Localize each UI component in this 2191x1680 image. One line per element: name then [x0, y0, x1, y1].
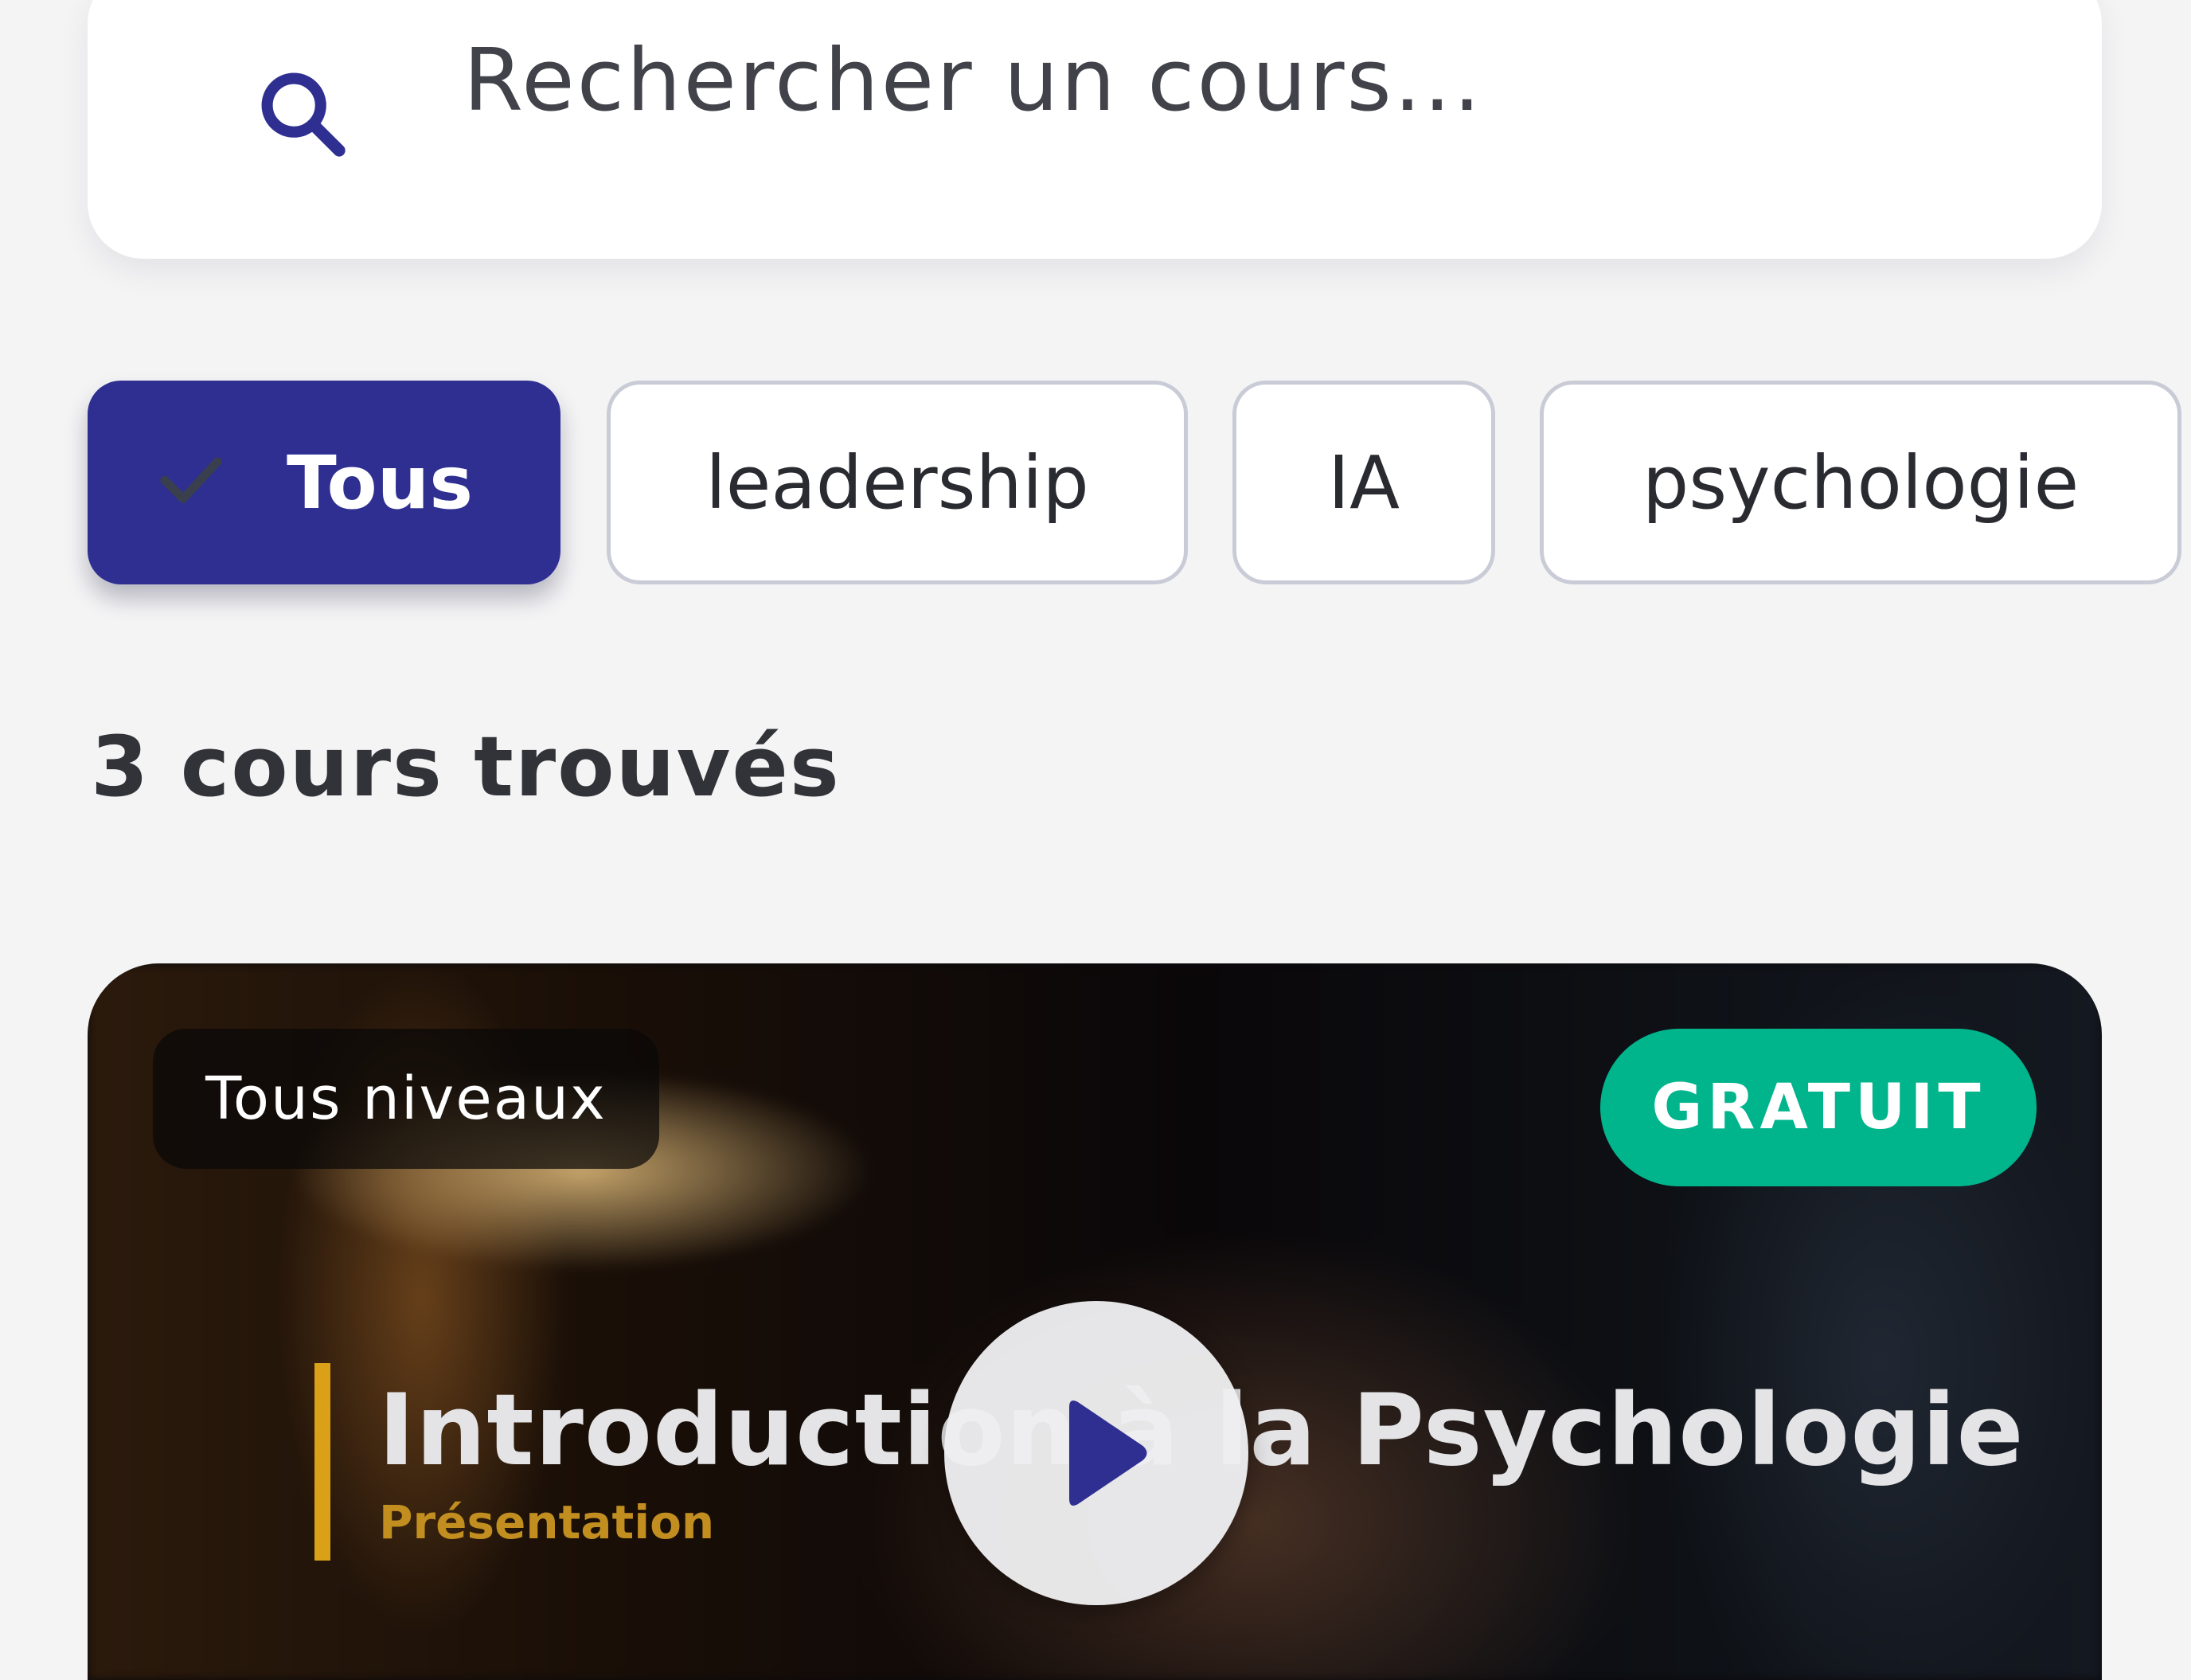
- filter-chip-psychologie[interactable]: psychologie: [1540, 381, 2181, 584]
- search-input[interactable]: [462, 16, 1978, 145]
- level-badge: Tous niveaux: [153, 1029, 659, 1169]
- filter-chip-label: IA: [1327, 440, 1400, 525]
- course-card[interactable]: Tous niveaux GRATUIT Introduction à la P…: [88, 963, 2102, 1680]
- thumbnail-subtitle: Présentation: [379, 1495, 715, 1549]
- title-accent-bar: [314, 1363, 330, 1561]
- play-icon: [1069, 1401, 1147, 1506]
- results-count: 3 cours trouvés: [91, 718, 841, 815]
- filter-chip-label: leadership: [705, 440, 1089, 525]
- filter-chip-tous[interactable]: Tous: [88, 381, 560, 584]
- price-badge: GRATUIT: [1600, 1029, 2037, 1186]
- filter-chip-label: psychologie: [1642, 440, 2080, 525]
- filter-chip-ia[interactable]: IA: [1232, 381, 1495, 584]
- filter-chip-label: Tous: [287, 440, 473, 525]
- search-bar[interactable]: [88, 0, 2102, 259]
- check-icon: [160, 457, 222, 503]
- filter-chip-leadership[interactable]: leadership: [607, 381, 1188, 584]
- play-button[interactable]: [944, 1301, 1248, 1605]
- search-icon: [261, 72, 346, 157]
